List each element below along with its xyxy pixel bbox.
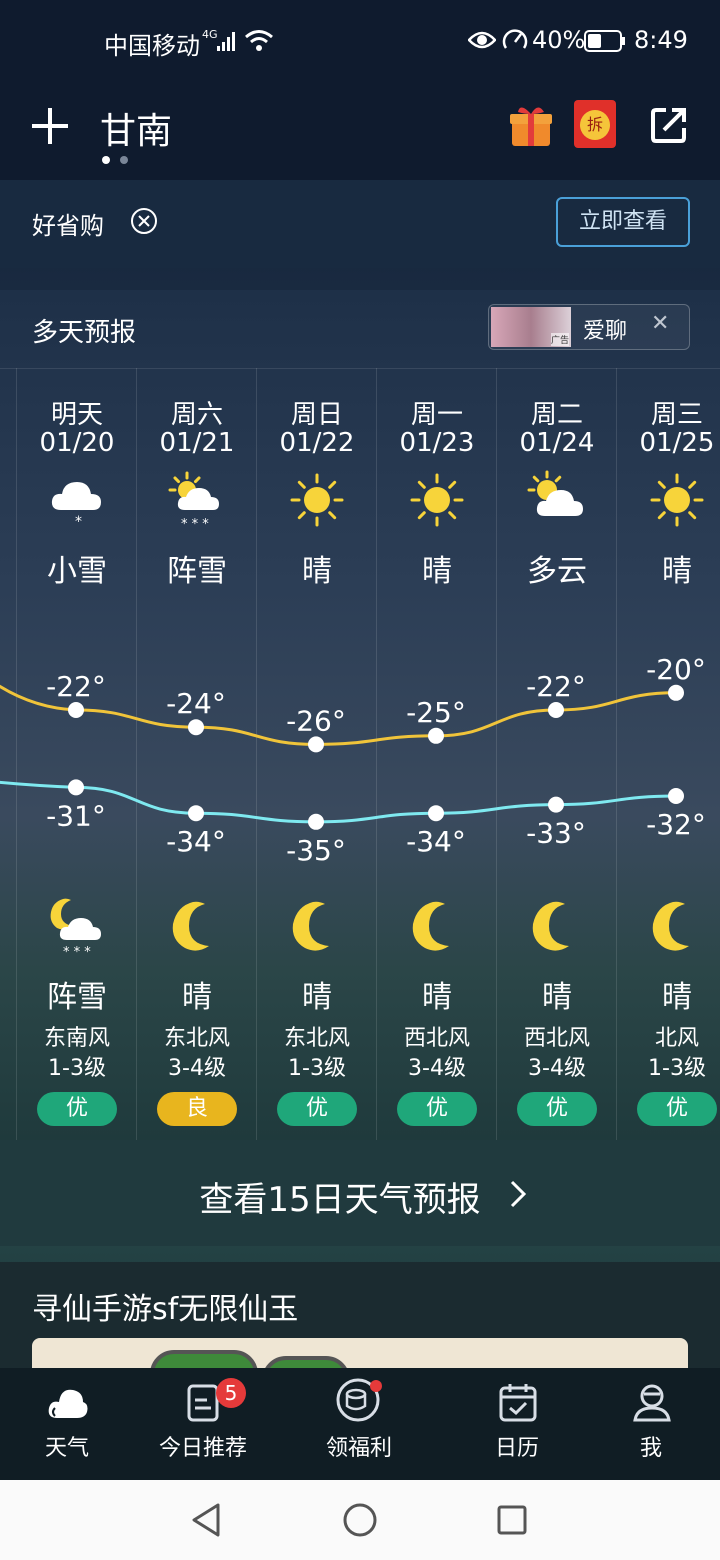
- high-temp-point: [308, 736, 324, 753]
- low-temp-label: -32°: [646, 808, 706, 841]
- user-icon: [633, 1384, 671, 1422]
- high-temp-point: [668, 684, 684, 701]
- low-temp-point: [668, 788, 684, 804]
- low-temp-point: [308, 813, 324, 830]
- recents-icon[interactable]: [496, 1504, 528, 1536]
- app-header: 甘南 拆: [0, 86, 720, 180]
- page-indicator: [120, 156, 128, 164]
- nav-calendar-label: 日历: [494, 1436, 539, 1461]
- high-temp-point: [68, 702, 84, 718]
- high-temp-point: [548, 702, 564, 718]
- low-temp-label: -34°: [166, 825, 226, 858]
- forecast-header: 多天预报 广告 爱聊 ✕: [0, 290, 720, 369]
- low-temp-point: [188, 805, 204, 822]
- promo-label: 好省购: [32, 212, 104, 240]
- weather-cloud-icon: [48, 1389, 88, 1418]
- high-temp-label: -22°: [526, 670, 586, 703]
- nav-me-label: 我: [639, 1436, 662, 1461]
- city-name[interactable]: 甘南: [100, 102, 172, 154]
- dot-badge: [370, 1380, 382, 1392]
- nav-weather[interactable]: 天气: [2, 1368, 132, 1480]
- temperature-chart: -22° -24° -26° -25° -22° -20° -31° -34° -35° -34°…: [0, 653, 706, 867]
- gift-icon[interactable]: [508, 102, 554, 148]
- wifi-icon: [245, 30, 273, 51]
- more-forecast-link[interactable]: 查看15日天气预报: [0, 1140, 720, 1246]
- carrier-label: 中国移动: [104, 32, 200, 60]
- battery-icon: [584, 30, 625, 52]
- high-temp-point: [188, 719, 204, 736]
- nav-me[interactable]: 我: [586, 1368, 716, 1480]
- battery-percent: 40%: [532, 26, 586, 54]
- low-temp-point: [68, 779, 84, 796]
- low-temp-label: -33°: [526, 817, 586, 850]
- ad-label: 爱聊: [583, 319, 628, 344]
- signal-icon: [217, 32, 235, 51]
- add-city-icon[interactable]: [30, 106, 70, 146]
- home-icon[interactable]: [342, 1502, 378, 1538]
- low-temp-label: -34°: [406, 825, 466, 858]
- page-indicator-active: [102, 156, 110, 164]
- nav-welfare[interactable]: 领福利: [294, 1368, 424, 1480]
- low-temp-point: [428, 805, 444, 822]
- nav-today-label: 今日推荐: [158, 1436, 247, 1461]
- high-temp-label: -20°: [646, 653, 706, 686]
- more-forecast-label: 查看15日天气预报: [199, 1180, 481, 1220]
- speedometer-icon: [502, 29, 528, 49]
- nav-calendar[interactable]: 日历: [452, 1368, 582, 1480]
- low-temp-label: -35°: [286, 834, 346, 867]
- forecast-title: 多天预报: [32, 318, 137, 348]
- chevron-right-icon: [510, 1180, 527, 1208]
- ad-tag: 广告: [550, 333, 569, 346]
- status-bar: 中国移动 4G 40% 8:49: [0, 0, 720, 86]
- eye-comfort-icon: [468, 31, 496, 49]
- high-temp-label: -25°: [406, 696, 466, 729]
- clock: 8:49: [634, 26, 688, 54]
- nav-welfare-label: 领福利: [325, 1436, 392, 1461]
- back-icon[interactable]: [190, 1502, 222, 1538]
- high-temp-label: -22°: [46, 670, 106, 703]
- red-packet-label: 拆: [580, 110, 610, 140]
- nav-today[interactable]: 5 今日推荐: [138, 1368, 268, 1480]
- share-icon[interactable]: [650, 106, 688, 144]
- high-temp-label: -24°: [166, 687, 226, 720]
- high-temp-label: -26°: [286, 704, 346, 737]
- low-temp-point: [548, 796, 564, 813]
- red-packet-button[interactable]: 拆: [574, 100, 616, 148]
- ad-close-icon[interactable]: ✕: [651, 311, 669, 336]
- close-icon[interactable]: [130, 207, 158, 235]
- ad-section[interactable]: 寻仙手游sf无限仙玉: [0, 1262, 720, 1368]
- low-temp-label: -31°: [46, 799, 106, 832]
- ad-title: 寻仙手游sf无限仙玉: [32, 1292, 299, 1327]
- ad-banner-image: [32, 1338, 688, 1368]
- view-now-button[interactable]: 立即查看: [556, 197, 690, 247]
- bottom-nav: 天气 5 今日推荐 领福利 日历 我: [0, 1368, 720, 1480]
- ad-thumbnail: 广告: [491, 307, 571, 347]
- calendar-icon: [499, 1384, 537, 1422]
- notification-badge: 5: [216, 1378, 246, 1408]
- system-navigation-bar: [0, 1480, 720, 1560]
- promo-bar: 好省购 立即查看: [0, 180, 720, 268]
- nav-weather-label: 天气: [44, 1436, 89, 1461]
- ad-chip[interactable]: 广告 爱聊 ✕: [488, 304, 690, 350]
- high-temp-point: [428, 727, 444, 744]
